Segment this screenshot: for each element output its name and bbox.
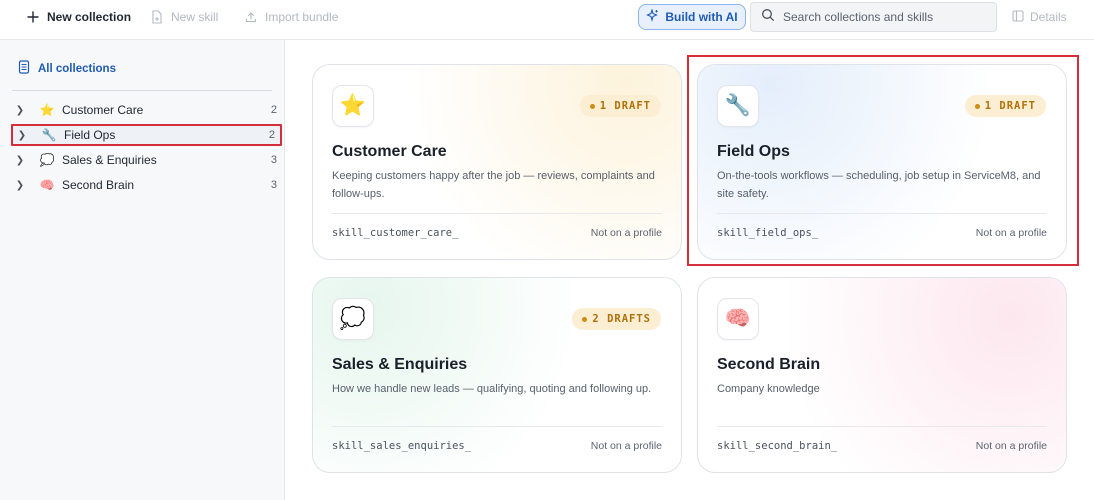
thought-bubble-icon: 💭 xyxy=(332,298,374,340)
draft-badge: 2 DRAFTS xyxy=(572,308,661,330)
import-bundle-label: Import bundle xyxy=(265,10,339,24)
sidebar: All collections ❯ ⭐ Customer Care 2 ❯ 🔧 … xyxy=(0,40,285,500)
card-status: Not on a profile xyxy=(590,440,662,452)
card-title: Second Brain xyxy=(717,356,821,373)
card-skill-id: skill_customer_care_ xyxy=(332,227,459,239)
all-collections-link[interactable]: All collections xyxy=(18,60,116,77)
new-skill-label: New skill xyxy=(171,10,219,24)
import-bundle-button[interactable]: Import bundle xyxy=(244,8,338,26)
star-icon: ⭐ xyxy=(332,85,374,127)
sidebar-divider xyxy=(12,90,272,91)
draft-badge: 1 DRAFT xyxy=(579,95,661,117)
card-status: Not on a profile xyxy=(590,227,662,239)
sidebar-item-count: 3 xyxy=(270,154,277,166)
sparkle-icon xyxy=(646,7,659,25)
sidebar-item-second-brain[interactable]: ❯ 🧠 Second Brain 3 xyxy=(11,174,282,196)
new-collection-label: New collection xyxy=(47,10,132,24)
build-with-ai-button[interactable]: Build with AI xyxy=(638,4,746,30)
upload-icon xyxy=(244,10,258,24)
toolbar: New collection New skill Import bundle B… xyxy=(0,0,1094,40)
build-with-ai-label: Build with AI xyxy=(665,10,738,24)
sidebar-item-label: Field Ops xyxy=(64,128,116,142)
sidebar-item-count: 2 xyxy=(270,104,277,116)
selection-highlight xyxy=(687,55,1079,266)
sidebar-item-sales-enquiries[interactable]: ❯ 💭 Sales & Enquiries 3 xyxy=(11,149,282,171)
card-title: Sales & Enquiries xyxy=(332,356,468,373)
sidebar-item-label: Sales & Enquiries xyxy=(62,153,157,167)
details-label: Details xyxy=(1030,10,1067,24)
card-skill-id: skill_second_brain_ xyxy=(717,440,838,452)
dot-icon xyxy=(589,103,595,109)
brain-icon: 🧠 xyxy=(39,178,55,192)
card-divider xyxy=(332,213,662,214)
draft-badge-label: 2 DRAFTS xyxy=(592,313,651,325)
search-box xyxy=(750,2,997,32)
collection-card-sales-enquiries[interactable]: 💭 2 DRAFTS Sales & Enquiries How we hand… xyxy=(312,277,682,473)
sidebar-item-count: 2 xyxy=(268,129,275,141)
card-divider xyxy=(717,426,1047,427)
card-title: Customer Care xyxy=(332,143,447,160)
card-description: Keeping customers happy after the job — … xyxy=(332,170,655,200)
wrench-icon: 🔧 xyxy=(41,128,57,142)
chevron-right-icon[interactable]: ❯ xyxy=(11,105,29,116)
brain-icon: 🧠 xyxy=(717,298,759,340)
details-button[interactable]: Details xyxy=(1012,8,1067,26)
sidebar-item-label: Second Brain xyxy=(62,178,135,192)
collection-card-customer-care[interactable]: ⭐ 1 DRAFT Customer Care Keeping customer… xyxy=(312,64,682,260)
sidebar-item-label: Customer Care xyxy=(62,103,144,117)
sidebar-item-customer-care[interactable]: ❯ ⭐ Customer Care 2 xyxy=(11,99,282,121)
card-divider xyxy=(332,426,662,427)
sidebar-item-count: 3 xyxy=(270,179,277,191)
sidebar-item-field-ops[interactable]: ❯ 🔧 Field Ops 2 xyxy=(11,124,282,146)
draft-badge-label: 1 DRAFT xyxy=(599,100,651,112)
card-description: How we handle new leads — qualifying, qu… xyxy=(332,383,652,395)
new-skill-button[interactable]: New skill xyxy=(150,8,218,26)
thought-bubble-icon: 💭 xyxy=(39,153,55,167)
collection-card-second-brain[interactable]: 🧠 Second Brain Company knowledge skill_s… xyxy=(697,277,1067,473)
dot-icon xyxy=(582,316,588,322)
chevron-right-icon[interactable]: ❯ xyxy=(13,130,31,141)
chevron-right-icon[interactable]: ❯ xyxy=(11,180,29,191)
plus-icon xyxy=(26,10,40,24)
all-collections-label: All collections xyxy=(38,62,116,75)
star-icon: ⭐ xyxy=(39,103,55,117)
document-icon xyxy=(18,60,30,77)
panel-icon xyxy=(1012,9,1024,25)
card-description: Company knowledge xyxy=(717,383,820,395)
card-skill-id: skill_sales_enquiries_ xyxy=(332,440,472,452)
chevron-right-icon[interactable]: ❯ xyxy=(11,155,29,166)
file-plus-icon xyxy=(150,10,164,24)
search-icon xyxy=(761,8,775,27)
new-collection-button[interactable]: New collection xyxy=(26,8,131,26)
card-status: Not on a profile xyxy=(975,440,1047,452)
search-input[interactable] xyxy=(783,10,983,24)
